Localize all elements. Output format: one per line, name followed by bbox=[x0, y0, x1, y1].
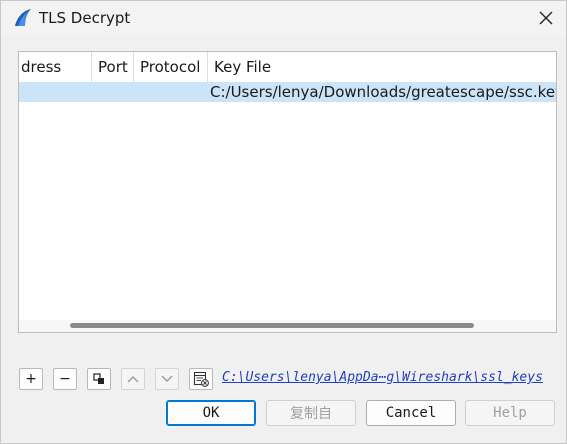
cancel-button[interactable]: Cancel bbox=[366, 400, 456, 426]
window-title: TLS Decrypt bbox=[39, 9, 131, 27]
copy-button[interactable] bbox=[87, 368, 111, 390]
close-button[interactable] bbox=[532, 5, 560, 31]
table-row[interactable]: C:/Users/lenya/Downloads/greatescape/ssc… bbox=[19, 82, 556, 102]
clear-table-icon bbox=[193, 371, 209, 387]
close-icon bbox=[539, 11, 553, 25]
copy-from-button[interactable]: 复制自 bbox=[266, 400, 356, 426]
clear-button[interactable] bbox=[189, 368, 213, 390]
cell-protocol bbox=[133, 82, 207, 102]
keylog-file-link[interactable]: C:\Users\lenya\AppDa⋯g\Wireshark\ssl_key… bbox=[222, 370, 543, 385]
cell-key-file: C:/Users/lenya/Downloads/greatescape/ssc… bbox=[210, 83, 556, 101]
cell-port bbox=[91, 82, 133, 102]
column-header-protocol[interactable]: Protocol bbox=[133, 52, 207, 82]
tls-decrypt-dialog: TLS Decrypt dress Port Protocol Key File… bbox=[0, 0, 567, 444]
move-down-button[interactable] bbox=[155, 368, 179, 390]
cell-address bbox=[19, 82, 91, 102]
table-header: dress Port Protocol Key File bbox=[19, 52, 556, 83]
title-bar: TLS Decrypt bbox=[1, 1, 566, 35]
add-button[interactable]: + bbox=[19, 368, 43, 390]
key-table[interactable]: dress Port Protocol Key File C:/Users/le… bbox=[18, 51, 557, 333]
wireshark-fin-icon bbox=[15, 9, 31, 26]
remove-button[interactable]: − bbox=[53, 368, 77, 390]
column-header-port[interactable]: Port bbox=[91, 52, 133, 82]
column-header-key-file[interactable]: Key File bbox=[207, 52, 556, 82]
column-header-address[interactable]: dress bbox=[19, 52, 91, 82]
move-up-button[interactable] bbox=[121, 368, 145, 390]
horizontal-scrollbar[interactable] bbox=[19, 320, 556, 332]
help-button[interactable]: Help bbox=[465, 400, 555, 426]
copy-icon bbox=[93, 373, 104, 384]
ok-button[interactable]: OK bbox=[166, 400, 256, 426]
chevron-down-icon bbox=[161, 375, 173, 382]
chevron-up-icon bbox=[127, 376, 139, 383]
scrollbar-thumb[interactable] bbox=[70, 323, 474, 328]
